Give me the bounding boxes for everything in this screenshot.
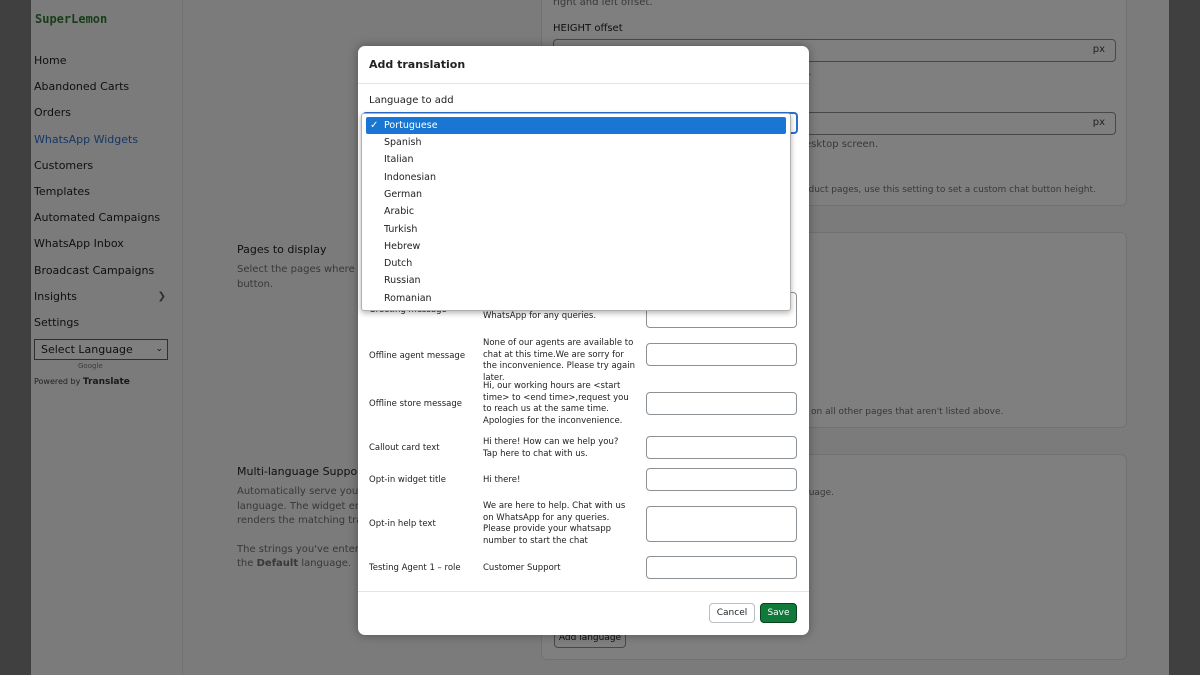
opt-in-help-text-original: We are here to help. Chat with us on Wha… [483, 501, 626, 546]
offline-agent-message-input[interactable] [646, 343, 797, 366]
offline-store-message-input[interactable] [646, 392, 797, 415]
language-dropdown-list: ✓ Portuguese Spanish Italian Indonesian G… [361, 113, 791, 311]
testing-agent-role-label: Testing Agent 1 – role [369, 563, 461, 573]
offline-store-message-label: Offline store message [369, 399, 462, 409]
language-option-russian[interactable]: Russian [366, 272, 786, 289]
offline-agent-message-label: Offline agent message [369, 351, 466, 361]
language-option-label: Portuguese [384, 120, 438, 131]
testing-agent-role-input[interactable] [646, 556, 797, 579]
greeting-message-original: WhatsApp for any queries. [483, 311, 597, 321]
cancel-button[interactable]: Cancel [709, 603, 755, 623]
language-option-hebrew[interactable]: Hebrew [366, 238, 786, 255]
checkmark-icon: ✓ [370, 120, 379, 131]
language-option-arabic[interactable]: Arabic [366, 203, 786, 220]
opt-in-help-text-label: Opt-in help text [369, 519, 436, 529]
testing-agent-role-original: Customer Support [483, 563, 561, 573]
opt-in-widget-title-original: Hi there! [483, 475, 521, 485]
callout-card-text-label: Callout card text [369, 443, 440, 453]
language-option-spanish[interactable]: Spanish [366, 134, 786, 151]
language-option-romanian[interactable]: Romanian [366, 290, 786, 307]
language-option-portuguese[interactable]: ✓ Portuguese [366, 117, 786, 134]
language-to-add-label: Language to add [369, 95, 454, 106]
opt-in-help-text-input[interactable] [646, 506, 797, 542]
language-option-turkish[interactable]: Turkish [366, 221, 786, 238]
language-option-italian[interactable]: Italian [366, 151, 786, 168]
callout-card-text-original: Hi there! How can we help you? Tap here … [483, 437, 619, 459]
modal-footer: Cancel Save [358, 591, 809, 635]
modal-title: Add translation [358, 46, 809, 84]
opt-in-widget-title-label: Opt-in widget title [369, 475, 446, 485]
callout-card-text-input[interactable] [646, 436, 797, 459]
language-option-indonesian[interactable]: Indonesian [366, 169, 786, 186]
language-option-dutch[interactable]: Dutch [366, 255, 786, 272]
save-button[interactable]: Save [760, 603, 797, 623]
offline-agent-message-original: None of our agents are available to chat… [483, 338, 635, 383]
language-option-german[interactable]: German [366, 186, 786, 203]
opt-in-widget-title-input[interactable] [646, 468, 797, 491]
offline-store-message-original: Hi, our working hours are <start time> t… [483, 381, 629, 426]
